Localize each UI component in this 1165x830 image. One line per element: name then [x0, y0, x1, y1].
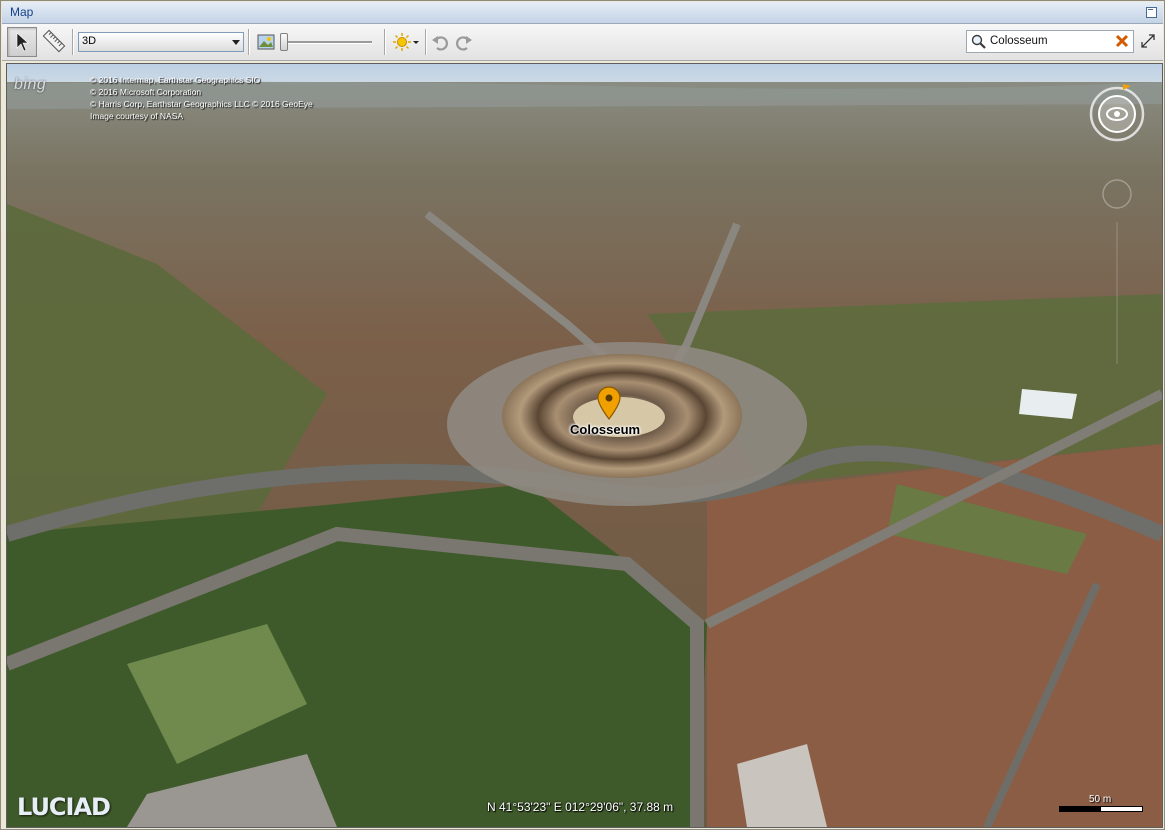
layer-image-icon — [257, 34, 275, 50]
luciad-logo: LUCIAD — [17, 793, 111, 821]
coordinate-readout: N 41°53'23" E 012°29'06", 37.88 m — [487, 800, 674, 814]
search-input[interactable]: Colosseum — [990, 35, 1048, 47]
opacity-slider-track[interactable] — [284, 41, 372, 44]
bing-logo: bing — [14, 76, 46, 94]
copyright-line: © 2016 Intermap, Earthstar Geographics S… — [90, 75, 261, 85]
search-box[interactable]: Colosseum — [966, 30, 1134, 53]
map-view[interactable]: bing © 2016 Intermap, Earthstar Geograph… — [6, 63, 1163, 828]
maximize-icon[interactable] — [1146, 7, 1157, 18]
aerial-imagery[interactable] — [7, 64, 1162, 827]
search-icon — [971, 34, 987, 55]
redo-icon — [456, 36, 472, 51]
scale-label: 50 m — [1089, 794, 1112, 805]
toolbar-separator — [72, 29, 74, 55]
navigation-controls[interactable] — [1087, 82, 1157, 377]
copyright-line: © 2016 Microsoft Corporation — [90, 87, 202, 97]
pin-icon — [597, 386, 621, 420]
toolbar-separator — [384, 29, 386, 55]
clear-icon[interactable] — [1115, 34, 1129, 53]
title-bar: Map — [2, 2, 1163, 24]
brand-text: LUCIAD — [17, 793, 111, 821]
map-window: Map 3D Colosseum bing © 2016 Intermap, E… — [0, 0, 1165, 830]
lighting-button[interactable] — [390, 28, 422, 56]
view-mode-select[interactable]: 3D — [78, 32, 244, 52]
undo-button[interactable] — [429, 28, 451, 56]
measure-tool-button[interactable] — [40, 27, 68, 55]
select-arrow-icon — [16, 32, 29, 52]
imagery-layer-button[interactable] — [252, 28, 280, 56]
copyright-line: Image courtesy of NASA — [90, 111, 184, 121]
compass-icon[interactable] — [1087, 82, 1157, 372]
measure-ruler-icon — [42, 29, 66, 53]
chevron-down-icon — [232, 40, 240, 45]
copyright-line: © Harris Corp, Earthstar Geographics LLC… — [90, 99, 313, 109]
scale-bar-graphic — [1059, 806, 1143, 812]
select-tool-button[interactable] — [7, 27, 37, 57]
copyright-notice: © 2016 Intermap, Earthstar Geographics S… — [90, 74, 313, 122]
undo-icon — [432, 36, 448, 51]
opacity-slider-thumb[interactable] — [280, 33, 288, 51]
placemark-pin[interactable] — [596, 386, 622, 425]
scale-bar: 50 m — [1059, 794, 1143, 812]
view-mode-value: 3D — [82, 35, 97, 47]
redo-button[interactable] — [453, 28, 475, 56]
provider-logo: bing — [14, 76, 47, 93]
toolbar-separator — [248, 29, 250, 55]
sun-icon — [393, 33, 419, 51]
toolbar-separator — [425, 29, 427, 55]
window-title: Map — [10, 5, 34, 19]
toolbar: 3D Colosseum — [2, 24, 1163, 61]
expand-icon[interactable] — [1140, 33, 1156, 54]
placemark-label[interactable]: Colosseum — [570, 422, 640, 437]
